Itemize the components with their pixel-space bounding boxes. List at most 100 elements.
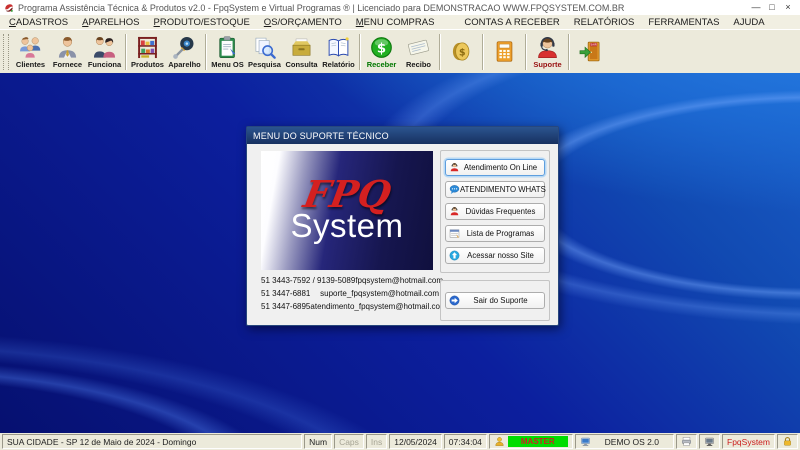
toolbar-label: Menu OS [211,61,244,69]
contact-email: fpqsystem@hotmail.com [355,274,443,287]
visit-website-button[interactable]: Acessar nosso Site [445,247,545,264]
status-bar: SUA CIDADE - SP 12 de Maio de 2024 - Dom… [0,433,800,450]
exit-door-icon: SAIR [578,39,603,64]
menu-item-ajuda[interactable]: AJUDA [726,17,771,28]
supplier-button[interactable]: Fornece [49,31,86,72]
contact-row: 51 3447-6895 atendimento_fpqsystem@hotma… [261,300,439,313]
whatsapp-support-button[interactable]: ATENDIMENTO WHATS [445,181,545,198]
toolbar-label: Aparelho [168,61,201,69]
logo-text-fpq: FPQ [301,179,393,210]
status-time: 07:34:04 [444,434,487,449]
support-options-group: Atendimento On Line ATENDIMENTO WHATS [440,150,550,273]
menu-item-contas-a-receber[interactable]: CONTAS A RECEBER [457,17,566,28]
brand-label: FpqSystem [722,434,775,449]
menu-bar: CADASTROS APARELHOS PRODUTO/ESTOQUE OS/O… [0,15,800,29]
clients-button[interactable]: Clientes [12,31,49,72]
lookup-button[interactable]: Consulta [283,31,320,72]
exit-arrow-icon [449,295,460,306]
toolbar-separator [359,34,361,70]
device-button[interactable]: Aparelho [166,31,203,72]
contact-email: suporte_fpqsystem@hotmail.com [320,287,439,300]
service-order-clipboard-icon [215,35,240,60]
status-printer-cell [676,434,697,449]
close-icon[interactable]: × [780,0,796,15]
products-button[interactable]: Produtos [129,31,166,72]
window-controls: — □ × [748,0,796,15]
menu-item-relatorios[interactable]: RELATÓRIOS [567,17,642,28]
receive-button[interactable]: $ Receber [363,31,400,72]
toolbar-grip-handle[interactable] [3,34,9,70]
search-button[interactable]: Pesquisa [246,31,283,72]
status-user-cell: MASTER [489,434,573,449]
supplier-icon [55,35,80,60]
support-menu-dialog: MENU DO SUPORTE TÉCNICO FPQ System 51 34… [246,126,559,326]
toolbar-separator [568,34,570,70]
toolbar-label: Funciona [88,61,121,69]
search-documents-icon [252,35,277,60]
monitor-icon [704,436,715,447]
contact-row: 51 3443-7592 / 9139-5089 fpqsystem@hotma… [261,274,439,287]
status-date: 12/05/2024 [389,434,442,449]
toolbar-label: Relatório [322,61,355,69]
toolbar: Clientes Fornece Funciona [0,29,800,74]
calculator-button[interactable] [486,31,523,72]
window-title: Programa Assistência Técnica & Produtos … [18,3,624,13]
status-monitor-cell [699,434,720,449]
status-num-lock: Num [304,434,332,449]
svg-text:SAIR: SAIR [591,42,597,46]
program-list-icon [449,228,460,239]
clients-icon [18,35,43,60]
toolbar-label: Pesquisa [248,61,281,69]
exit-support-button[interactable]: Sair do Suporte [445,292,545,309]
menu-item-ferramentas[interactable]: FERRAMENTAS [641,17,726,28]
device-repair-icon [172,35,197,60]
menu-item-menu-compras[interactable]: MENU COMPRAS [349,17,442,28]
menu-item-os-orcamento[interactable]: OS/ORÇAMENTO [257,17,349,28]
coin-button[interactable]: $ [443,31,480,72]
program-list-button[interactable]: Lista de Programas [445,225,545,242]
coin-icon: $ [449,39,474,64]
online-support-button[interactable]: Atendimento On Line [445,159,545,176]
contact-phone: 51 3443-7592 / 9139-5089 [261,274,355,287]
svg-text:$: $ [459,47,466,58]
report-button[interactable]: Relatório [320,31,357,72]
service-order-button[interactable]: Menu OS [209,31,246,72]
menu-item-produto-estoque[interactable]: PRODUTO/ESTOQUE [147,17,257,28]
toolbar-separator [125,34,127,70]
employees-button[interactable]: Funciona [86,31,123,72]
toolbar-label: Produtos [131,61,164,69]
report-book-icon [326,35,351,60]
products-shelf-icon [135,35,160,60]
button-label: Atendimento On Line [460,163,541,172]
contact-phone: 51 3447-6881 [261,287,310,300]
dialog-title-bar[interactable]: MENU DO SUPORTE TÉCNICO [247,127,558,144]
button-label: Acessar nosso Site [460,251,541,260]
maximize-icon[interactable]: □ [764,0,780,15]
status-version-cell: DEMO OS 2.0 [575,434,674,449]
status-lock-cell [777,434,798,449]
toolbar-label: Clientes [16,61,45,69]
receipt-button[interactable]: Recibo [400,31,437,72]
support-button[interactable]: Suporte [529,31,566,72]
faq-button[interactable]: Dúvidas Frequentes [445,203,545,220]
toolbar-label: Recibo [406,61,431,69]
button-label: Lista de Programas [460,229,541,238]
toolbar-label: Receber [367,61,397,69]
toolbar-separator [482,34,484,70]
button-label: Sair do Suporte [460,296,541,305]
minimize-icon[interactable]: — [748,0,764,15]
contact-row: 51 3447-6881 suporte_fpqsystem@hotmail.c… [261,287,439,300]
menu-item-aparelhos[interactable]: APARELHOS [75,17,146,28]
receive-dollar-icon: $ [369,35,394,60]
printer-icon [681,436,692,447]
globe-up-arrow-icon [449,250,460,261]
receipt-icon [406,35,431,60]
title-bar: Programa Assistência Técnica & Produtos … [0,0,800,15]
lock-icon [782,436,793,447]
version-label: DEMO OS 2.0 [605,437,669,447]
support-agent-icon [449,206,460,217]
menu-item-cadastros[interactable]: CADASTROS [2,17,75,28]
toolbar-label: Suporte [533,61,561,69]
status-insert: Ins [366,434,387,449]
exit-button[interactable]: SAIR [572,31,609,72]
